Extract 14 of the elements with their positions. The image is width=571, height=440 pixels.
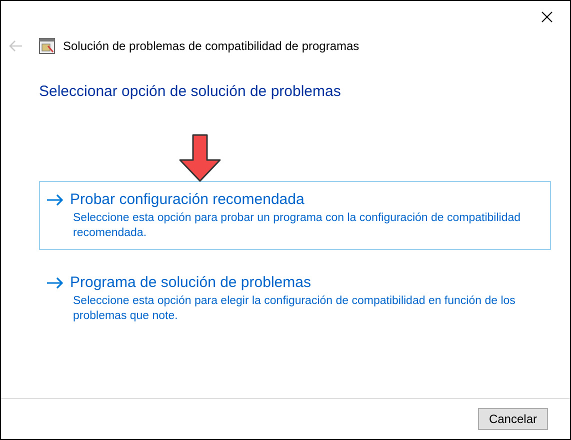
app-icon [39, 38, 55, 54]
cancel-button[interactable]: Cancelar [478, 408, 548, 430]
close-icon [541, 11, 553, 23]
option-link[interactable]: Probar configuración recomendada Seleccione esta opción para probar un programa con la configuración de compatibilidad recomendada. [39, 181, 551, 250]
page-heading: Seleccionar opción de solución de problemas [39, 83, 342, 100]
option-title: Programa de solución de problemas [70, 274, 311, 291]
option-title: Probar configuración recomendada [70, 191, 304, 208]
arrow-right-icon [46, 276, 64, 288]
option-description: Seleccione esta opción para elegir la configuración de compatibilidad en función de los problemas que note. [73, 294, 516, 324]
arrow-down-icon [177, 134, 223, 182]
window-title: Solución de problemas de compatibilidad de programas [63, 39, 360, 53]
option-link[interactable]: Programa de solución de problemas Seleccione esta opción para elegir la configuración de compatibilidad en función de los problemas que note. [39, 264, 551, 333]
arrow-right-icon [46, 194, 64, 206]
option-description: Seleccione esta opción para probar un programa con la configuración de compatibilidad recomendada. [73, 211, 522, 241]
